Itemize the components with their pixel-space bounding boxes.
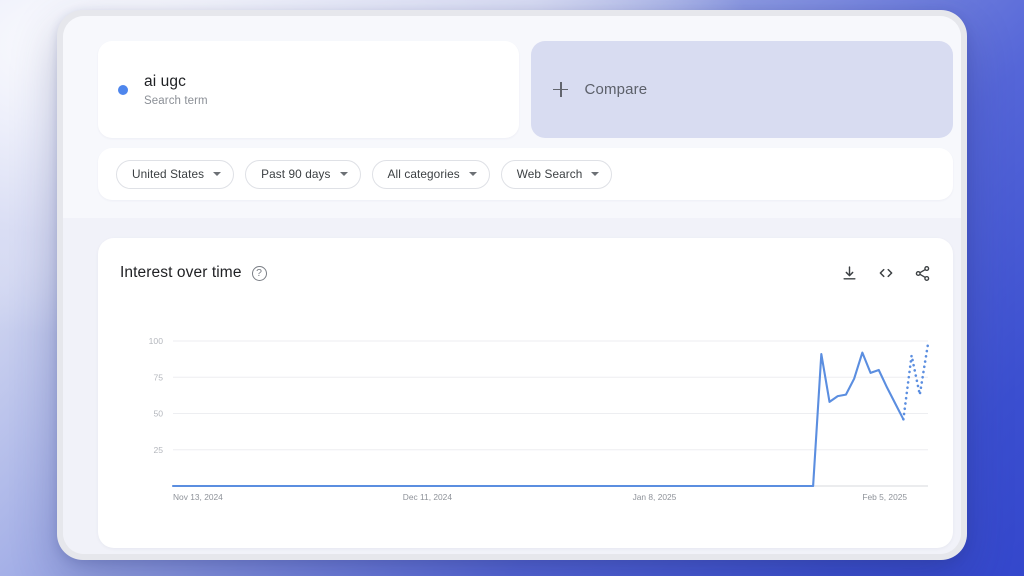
filter-location-label: United States bbox=[132, 167, 205, 181]
chart-actions bbox=[841, 264, 931, 282]
y-axis-tick-label: 50 bbox=[153, 409, 163, 419]
filter-search-type-label: Web Search bbox=[516, 167, 583, 181]
filter-category-label: All categories bbox=[387, 167, 460, 181]
filter-location[interactable]: United States bbox=[116, 159, 235, 189]
help-circle-icon[interactable]: ? bbox=[251, 265, 267, 281]
compare-label: Compare bbox=[584, 81, 648, 98]
x-axis-tick-label: Jan 8, 2025 bbox=[633, 492, 677, 502]
chart-title-group: Interest over time ? bbox=[120, 264, 267, 282]
y-axis-tick-label: 100 bbox=[149, 336, 164, 346]
device-frame: ai ugc Search term Compare United States… bbox=[57, 10, 967, 560]
series-color-dot-icon bbox=[118, 84, 128, 95]
x-axis-labels: Nov 13, 2024 Dec 11, 2024 Jan 8, 2025 Feb 5… bbox=[173, 492, 907, 502]
search-term-title: ai ugc bbox=[144, 72, 186, 90]
series-line-ai-ugc bbox=[171, 351, 905, 488]
interest-over-time-card: Interest over time ? 25 50 75 100 Nov 13… bbox=[98, 238, 953, 548]
page-backdrop: ai ugc Search term Compare United States… bbox=[0, 0, 1024, 576]
chart-title: Interest over time bbox=[120, 264, 242, 281]
y-axis-tick-label: 25 bbox=[153, 445, 163, 455]
interest-over-time-plot[interactable]: 25 50 75 100 Nov 13, 2024 Dec 11, 2024 Jan 8,… bbox=[98, 333, 953, 508]
device-screen: ai ugc Search term Compare United States… bbox=[63, 16, 961, 554]
filter-search-type[interactable]: Web Search bbox=[500, 159, 613, 189]
download-icon[interactable] bbox=[841, 265, 858, 282]
chevron-down-icon bbox=[339, 172, 348, 176]
y-axis-tick-label: 75 bbox=[153, 372, 163, 382]
share-icon[interactable] bbox=[914, 265, 931, 282]
y-axis-labels: 25 50 75 100 bbox=[149, 336, 164, 455]
embed-code-icon[interactable] bbox=[877, 264, 895, 282]
y-axis-gridlines bbox=[173, 340, 928, 451]
chart-header: Interest over time ? bbox=[120, 260, 931, 286]
chart-svg: 25 50 75 100 Nov 13, 2024 Dec 11, 2024 Jan 8,… bbox=[149, 336, 930, 502]
x-axis-tick-label: Feb 5, 2025 bbox=[862, 492, 907, 502]
chevron-down-icon bbox=[213, 172, 222, 176]
search-term-card[interactable]: ai ugc Search term bbox=[98, 41, 520, 138]
plus-icon bbox=[553, 82, 569, 97]
x-axis-tick-label: Nov 13, 2024 bbox=[173, 492, 223, 502]
filter-time-range[interactable]: Past 90 days bbox=[245, 159, 361, 189]
chevron-down-icon bbox=[468, 172, 477, 176]
series-line-partial-ai-ugc bbox=[902, 342, 930, 421]
filter-time-range-label: Past 90 days bbox=[261, 167, 331, 181]
search-term-row: ai ugc Search term Compare bbox=[98, 41, 953, 138]
filter-bar: United States Past 90 days All categorie… bbox=[98, 148, 953, 200]
chevron-down-icon bbox=[591, 172, 600, 176]
compare-button[interactable]: Compare bbox=[531, 41, 953, 138]
filter-category[interactable]: All categories bbox=[371, 159, 490, 189]
x-axis-tick-label: Dec 11, 2024 bbox=[403, 492, 453, 502]
search-term-text: ai ugc Search term bbox=[144, 73, 208, 107]
search-term-subtitle: Search term bbox=[144, 94, 208, 107]
